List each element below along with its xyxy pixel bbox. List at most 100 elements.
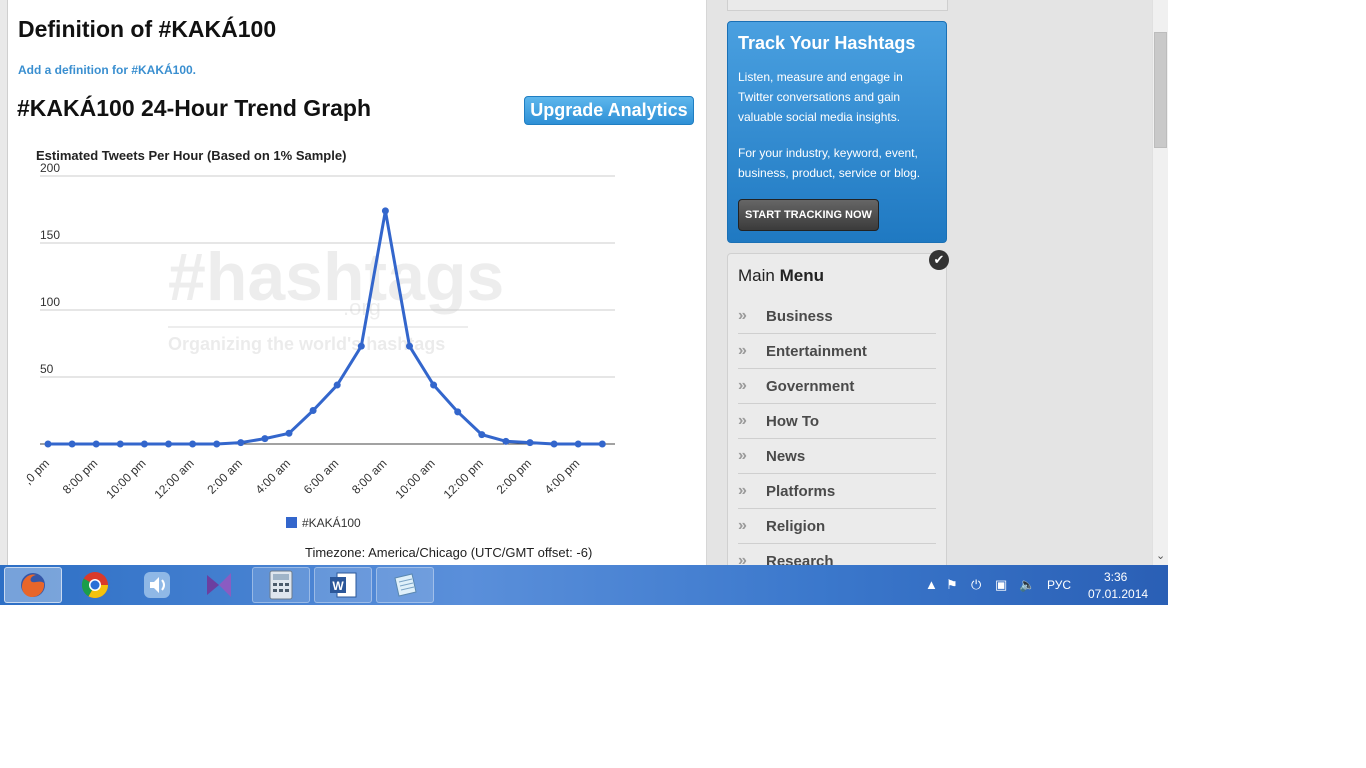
clock-date[interactable]: 07.01.2014 [1088,587,1148,601]
data-point [261,435,268,442]
data-point [527,439,534,446]
chart-title: Estimated Tweets Per Hour (Based on 1% S… [36,148,346,163]
taskbar-notepad[interactable] [376,567,434,603]
data-point [237,439,244,446]
watermark-logo: #hashtags [168,239,504,315]
menu-item-news[interactable]: »News [738,439,936,474]
taskbar-calculator[interactable] [252,567,310,603]
taskbar-chrome[interactable] [66,567,124,603]
y-tick-label: 50 [40,362,54,376]
menu-item-label: Religion [766,518,825,535]
sidebar-top-box [727,0,948,11]
show-hidden-icons-icon[interactable]: ▲ [925,577,938,592]
menu-title-bold: Menu [780,266,824,285]
x-tick-label: ,0 pm [21,456,52,487]
menu-item-religion[interactable]: »Religion [738,509,936,544]
x-tick-label: 12:00 am [151,456,196,501]
upgrade-analytics-button[interactable]: Upgrade Analytics [524,96,694,125]
data-point [334,382,341,389]
data-point [310,407,317,414]
menu-item-entertainment[interactable]: »Entertainment [738,334,936,369]
add-definition-link[interactable]: Add a definition for #KAKÁ100. [18,63,196,77]
x-tick-label: 12:00 pm [441,456,486,501]
x-tick-label: 10:00 am [392,456,437,501]
legend-swatch [286,517,297,528]
data-point [69,441,76,448]
action-center-flag-icon[interactable]: ⚑ [946,577,958,593]
calculator-icon [268,570,294,600]
volume-icon[interactable]: 🔈 [1019,577,1035,593]
checkmark-icon: ✔ [929,250,949,270]
firefox-icon [18,570,48,600]
start-tracking-button[interactable]: START TRACKING NOW [738,199,879,231]
x-tick-label: 8:00 am [349,456,390,497]
menu-item-label: Government [766,378,854,395]
timezone-note: Timezone: America/Chicago (UTC/GMT offse… [305,545,592,560]
trend-graph-title: #KAKÁ100 24-Hour Trend Graph [17,95,371,122]
taskbar-visual-studio[interactable] [190,567,248,603]
x-tick-label: 4:00 pm [542,456,583,497]
y-tick-label: 200 [40,161,60,175]
clock-time[interactable]: 3:36 [1104,570,1127,584]
keyboard-language[interactable]: РУС [1047,578,1071,592]
menu-item-how-to[interactable]: »How To [738,404,936,439]
network-icon[interactable]: ▣ [995,577,1007,593]
definition-title: Definition of #KAKÁ100 [18,16,276,43]
double-chevron-right-icon: » [738,517,766,535]
left-margin [0,0,8,565]
data-point [382,207,389,214]
data-point [454,408,461,415]
data-point [430,382,437,389]
legend-label: #KAKÁ100 [302,515,361,530]
data-point [551,441,558,448]
vertical-scrollbar[interactable]: ⌄ [1152,0,1168,565]
data-point [406,343,413,350]
screen: Definition of #KAKÁ100 Add a definition … [0,0,1168,605]
menu-title-light: Main [738,266,775,285]
x-tick-label: 8:00 pm [60,456,101,497]
track-subdescription: For your industry, keyword, event, busin… [738,143,938,183]
taskbar-sound-app[interactable] [128,567,186,603]
data-point [358,343,365,350]
menu-item-government[interactable]: »Government [738,369,936,404]
data-point [502,438,509,445]
data-point [189,441,196,448]
visual-studio-icon [203,569,235,601]
menu-item-business[interactable]: »Business [738,299,936,334]
menu-item-label: Entertainment [766,343,867,360]
double-chevron-right-icon: » [738,342,766,360]
speaker-app-icon [141,569,173,601]
power-plug-icon[interactable]: ⏻ [971,577,981,593]
data-point [117,441,124,448]
data-point [45,441,52,448]
taskbar-word[interactable]: W [314,567,372,603]
data-point [286,430,293,437]
watermark-tagline: Organizing the world's hashtags [168,334,445,354]
main-menu: Main Menu »Business »Entertainment »Gove… [727,253,947,583]
chrome-icon [80,570,110,600]
taskbar: W [0,565,1168,605]
data-point [93,441,100,448]
notepad-icon [390,570,420,600]
data-point [599,441,606,448]
y-tick-label: 100 [40,295,60,309]
menu-item-platforms[interactable]: »Platforms [738,474,936,509]
menu-title: Main Menu [738,266,824,286]
x-tick-label: 2:00 am [204,456,245,497]
taskbar-firefox[interactable] [4,567,62,603]
watermark-suffix: .org [343,295,381,320]
double-chevron-right-icon: » [738,447,766,465]
menu-item-label: Business [766,308,833,325]
track-title: Track Your Hashtags [738,33,915,54]
menu-item-label: News [766,448,805,465]
track-description: Listen, measure and engage in Twitter co… [738,67,938,127]
x-tick-label: 2:00 pm [494,456,535,497]
x-tick-label: 6:00 am [301,456,342,497]
double-chevron-right-icon: » [738,307,766,325]
menu-item-label: How To [766,413,819,430]
scroll-down-arrow-icon[interactable]: ⌄ [1156,549,1165,562]
scrollbar-thumb[interactable] [1154,32,1167,148]
menu-list: »Business »Entertainment »Government »Ho… [738,299,936,579]
y-tick-label: 150 [40,228,60,242]
double-chevron-right-icon: » [738,412,766,430]
